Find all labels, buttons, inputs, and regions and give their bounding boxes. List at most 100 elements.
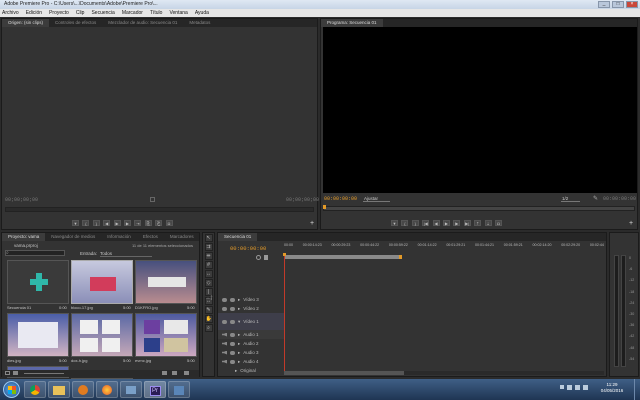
menu-edicion[interactable]: Edición [26, 9, 42, 17]
slip-tool-icon[interactable]: |↔| [204, 288, 213, 301]
mark-out-icon[interactable]: } [411, 220, 419, 226]
step-forward-icon[interactable]: ▶ [453, 220, 461, 226]
export-frame-icon[interactable]: ◘ [494, 220, 502, 226]
premiere-icon[interactable]: Pr [144, 381, 166, 398]
go-to-in-icon[interactable]: |◀ [422, 220, 430, 226]
folder-icon[interactable] [48, 381, 70, 398]
tab-source[interactable]: Origen: (sin clips) [2, 19, 50, 27]
minimize-button[interactable]: _ [598, 1, 610, 8]
play-icon[interactable]: ▶ [442, 220, 450, 226]
selection-tool-icon[interactable]: ↖ [204, 234, 213, 242]
eye-icon[interactable] [222, 319, 227, 324]
tab-audio-mixer[interactable]: Mezclador de audio: Secuencia 01 [102, 19, 183, 27]
track-audio-1[interactable]: ▸ Audio 1 [218, 330, 284, 339]
menu-ayuda[interactable]: Ayuda [195, 9, 209, 17]
project-item[interactable]: bloco-17.jpg 5:00 [71, 260, 133, 310]
image-thumbnail[interactable] [71, 260, 133, 304]
tab-effect-controls[interactable]: Controles de efectos [49, 19, 102, 27]
tray-network-icon[interactable] [567, 385, 572, 390]
chrome-icon[interactable] [24, 381, 46, 398]
track-select-tool-icon[interactable]: ⇉ [204, 243, 213, 251]
track-audio-2[interactable]: ▸ Audio 2 [218, 339, 284, 348]
program-viewer[interactable] [323, 27, 637, 193]
timeline-timecode[interactable]: 00:00:00:00 [230, 245, 266, 252]
add-button-icon[interactable]: + [310, 220, 314, 227]
utility-icon[interactable] [120, 381, 142, 398]
expand-arrow-icon[interactable]: ▸ [238, 350, 240, 356]
rolling-edit-tool-icon[interactable]: # [204, 261, 213, 269]
speaker-icon[interactable] [222, 359, 227, 364]
menu-ventana[interactable]: Ventana [169, 9, 187, 17]
tray-up-arrow-icon[interactable] [560, 385, 564, 389]
list-view-icon[interactable] [5, 371, 10, 375]
firefox-icon[interactable] [96, 381, 118, 398]
mark-in-icon[interactable]: ▼ [72, 220, 79, 226]
icon-view-icon[interactable] [13, 371, 18, 375]
sequence-thumbnail[interactable] [7, 260, 69, 304]
new-item-icon[interactable] [172, 371, 177, 375]
project-item[interactable]: dox-h.jpg 5:00 [71, 313, 133, 363]
expand-arrow-icon[interactable]: ▸ [238, 306, 240, 312]
zoom-slider[interactable] [24, 373, 64, 374]
speaker-icon[interactable] [222, 332, 227, 337]
program-scrubber[interactable] [323, 205, 635, 211]
new-bin-icon[interactable] [162, 371, 167, 375]
menu-proyecto[interactable]: Proyecto [49, 9, 69, 17]
hand-tool-icon[interactable]: ✋ [204, 315, 213, 323]
snap-icon[interactable] [256, 255, 261, 260]
project-item[interactable]: D1KFRO.jpg 5:00 [135, 260, 197, 310]
wrench-icon[interactable]: ✎ [593, 195, 598, 202]
timeline-ruler[interactable]: 00:00 00:00:14:23 00:00:29:23 00:00:44:2… [284, 243, 604, 252]
tray-volume-icon[interactable] [575, 385, 580, 390]
play-icon[interactable]: ▶ [113, 220, 121, 226]
tab-markers[interactable]: Marcadores [164, 233, 199, 241]
menu-secuencia[interactable]: Secuencia [91, 9, 114, 17]
expand-arrow-icon[interactable]: ▸ [238, 332, 240, 338]
menu-titulo[interactable]: Título [150, 9, 163, 17]
go-to-out-icon[interactable]: ▶| [463, 220, 471, 226]
tab-info[interactable]: Información [101, 233, 137, 241]
source-viewer[interactable] [2, 27, 317, 195]
program-timecode[interactable]: 00:00:00:00 [324, 196, 357, 202]
fit-dropdown[interactable]: Ajustar [363, 196, 391, 202]
expand-arrow-icon[interactable]: ▸ [238, 359, 240, 365]
lock-icon[interactable] [230, 341, 235, 346]
in-filter-dropdown[interactable]: Todos [100, 251, 153, 257]
resolution-dropdown[interactable]: 1/2 [561, 196, 581, 202]
maximize-button[interactable]: □ [612, 1, 624, 8]
source-scrubber[interactable] [5, 207, 314, 212]
menu-archivo[interactable]: Archivo [2, 9, 19, 17]
track-master[interactable]: ▸ Original [218, 366, 284, 375]
lock-icon[interactable] [230, 319, 235, 324]
tab-sequence[interactable]: Secuencia 01 [218, 233, 258, 241]
track-audio-4[interactable]: ▸ Audio 4 [218, 357, 284, 366]
project-item[interactable]: Secuencia 01 0:00 [7, 260, 69, 310]
photo-icon[interactable] [168, 381, 190, 398]
project-item[interactable]: evrnc.jpg 5:00 [135, 313, 197, 363]
show-desktop-button[interactable] [634, 379, 640, 400]
go-to-out-icon[interactable]: ⇥ [134, 220, 142, 226]
track-video-2[interactable]: ▸ Vídeo 2 [218, 304, 284, 313]
work-area-bar[interactable] [284, 255, 402, 259]
go-to-in-icon[interactable]: } [92, 220, 100, 226]
trash-icon[interactable] [184, 371, 189, 375]
image-thumbnail[interactable] [7, 313, 69, 357]
expand-arrow-icon[interactable]: ▸ [238, 297, 240, 303]
timeline-scrollbar[interactable] [284, 371, 604, 375]
playhead-line[interactable] [283, 253, 286, 375]
add-marker-icon[interactable]: ▼ [391, 220, 398, 226]
tab-effects[interactable]: Efectos [137, 233, 164, 241]
step-forward-icon[interactable]: ▶ [123, 220, 131, 226]
razor-tool-icon[interactable]: ◇ [204, 279, 213, 287]
overwrite-icon[interactable]: ⎗ [155, 220, 163, 226]
pen-tool-icon[interactable]: ✎ [204, 306, 213, 314]
add-button-icon[interactable]: + [629, 220, 633, 227]
track-video-1[interactable]: ▾ Vídeo 1 [218, 313, 284, 330]
clock[interactable]: 11:29 04/05/2016 [592, 382, 632, 394]
tab-media-browser[interactable]: Navegador de medios [45, 233, 101, 241]
close-button[interactable]: × [626, 1, 638, 8]
tab-metadata[interactable]: Metadatos [183, 19, 216, 27]
menu-clip[interactable]: Clip [76, 9, 85, 17]
lock-icon[interactable] [230, 297, 235, 302]
search-input[interactable] [5, 250, 65, 256]
